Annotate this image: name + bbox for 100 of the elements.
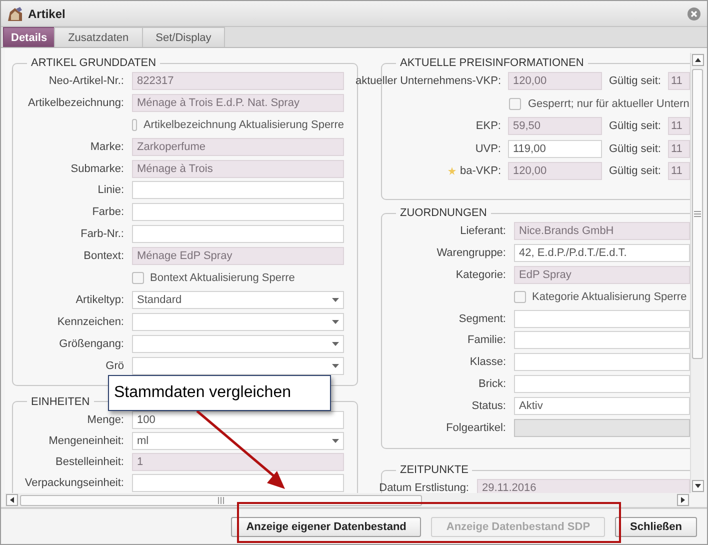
- checkbox[interactable]: [132, 272, 144, 284]
- input-field[interactable]: EdP Spray: [514, 266, 690, 284]
- input-field[interactable]: Ménage EdP Spray: [132, 247, 344, 266]
- input-field[interactable]: Ménage à Trois E.d.P. Nat. Spray: [132, 94, 344, 112]
- dropdown[interactable]: ml: [132, 432, 344, 450]
- caret-icon: [332, 364, 338, 368]
- checkbox[interactable]: [509, 98, 521, 110]
- field-label: Größengang:: [59, 338, 124, 350]
- window-title: Artikel: [28, 6, 66, 20]
- dropdown[interactable]: [132, 312, 344, 331]
- app-icon: [7, 6, 23, 22]
- group-title: AKTUELLE PREISINFORMATIONEN: [399, 56, 585, 70]
- grip-icon: [694, 211, 701, 217]
- field-label: Familie:: [467, 334, 506, 346]
- group-title: ARTIKEL GRUNDDATEN: [30, 56, 158, 70]
- field-label: Folgeartikel:: [446, 422, 506, 434]
- down-arrow-icon[interactable]: [694, 484, 700, 488]
- field-label: Submarke:: [70, 162, 124, 175]
- checkbox-label: Gesperrt; nur für aktueller Untern: [528, 98, 690, 110]
- input-field[interactable]: [132, 203, 344, 222]
- caret-icon: [332, 320, 338, 324]
- input-field[interactable]: [132, 225, 344, 244]
- field-label: Gültig seit:: [609, 75, 661, 87]
- field-label: Lieferant:: [460, 225, 506, 237]
- input-field[interactable]: 42, E.d.P./P.d.T./E.d.T.: [514, 244, 690, 262]
- input-field[interactable]: Ménage à Trois: [132, 160, 344, 178]
- input-field[interactable]: 11: [668, 72, 690, 90]
- input-field[interactable]: Nice.Brands GmbH: [514, 222, 690, 240]
- input-field[interactable]: 11: [668, 117, 690, 135]
- field-label: aktueller Unternehmens-VKP:: [355, 75, 501, 87]
- checkbox-label: Bontext Aktualisierung Sperre: [150, 272, 295, 284]
- group-title: EINHEITEN: [30, 394, 91, 409]
- input-field[interactable]: 11: [668, 162, 690, 180]
- field-label: Artikelbezeichnung:: [28, 96, 124, 109]
- input-field[interactable]: Aktiv: [514, 397, 690, 416]
- horizontal-scrollbar[interactable]: [5, 493, 690, 507]
- dropdown[interactable]: [132, 334, 344, 353]
- field-label: Warengruppe:: [436, 246, 506, 259]
- tab[interactable]: Zusatzdaten: [54, 27, 143, 47]
- checkbox[interactable]: [514, 290, 526, 303]
- field-label: Datum Erstlistung:: [379, 482, 469, 493]
- input-field[interactable]: 120,00: [508, 162, 602, 180]
- field-label: Gültig seit:: [609, 165, 661, 177]
- field-label: Mengeneinheit:: [48, 434, 124, 447]
- input-field[interactable]: 119,00: [508, 140, 602, 158]
- checkbox-label: Kategorie Aktualisierung Sperre: [532, 290, 687, 303]
- input-field[interactable]: [514, 353, 690, 372]
- field-label: Farb-Nr.:: [80, 228, 124, 240]
- field-label: Status:: [472, 400, 506, 412]
- field-label: Marke:: [90, 140, 124, 153]
- checkbox-label: Artikelbezeichnung Aktualisierung Sperre: [143, 118, 344, 131]
- field-label: Gültig seit:: [609, 142, 661, 154]
- field-label: UVP:: [475, 142, 501, 154]
- field-label: Bontext:: [84, 250, 124, 262]
- close-icon: [687, 6, 701, 20]
- input-field[interactable]: 1: [132, 452, 344, 471]
- scroll-thumb[interactable]: [692, 69, 703, 359]
- input-field[interactable]: 822317: [132, 72, 344, 90]
- input-field[interactable]: 120,00: [508, 72, 602, 90]
- close-button[interactable]: [687, 6, 701, 20]
- button[interactable]: Schließen: [615, 516, 697, 536]
- field-label: Verpackungseinheit:: [24, 476, 124, 489]
- tab[interactable]: Details: [3, 27, 56, 47]
- group-title: ZEITPUNKTE: [399, 463, 470, 478]
- input-field[interactable]: 29.11.2016: [477, 479, 690, 493]
- input-field[interactable]: 11: [668, 140, 690, 158]
- input-field[interactable]: [514, 310, 690, 328]
- up-arrow-icon[interactable]: [694, 58, 700, 62]
- button[interactable]: Anzeige eigener Datenbestand: [231, 516, 422, 536]
- checkbox[interactable]: [132, 118, 138, 131]
- field-label: Linie:: [98, 184, 124, 196]
- input-field[interactable]: Zarkoperfume: [132, 138, 344, 156]
- grip-icon: [218, 496, 224, 504]
- scroll-thumb[interactable]: [20, 494, 422, 506]
- field-label: Klasse:: [470, 356, 506, 368]
- caret-icon: [332, 438, 338, 443]
- dropdown[interactable]: [132, 356, 344, 375]
- callout-text: Stammdaten vergleichen: [114, 384, 291, 402]
- field-label: Kennzeichen:: [57, 316, 124, 328]
- input-field[interactable]: [514, 331, 690, 350]
- field-label: Bestelleinheit:: [56, 456, 124, 468]
- left-arrow-icon[interactable]: [10, 497, 14, 503]
- dropdown[interactable]: Standard: [132, 290, 344, 309]
- caret-icon: [332, 342, 338, 346]
- caret-icon: [332, 298, 338, 302]
- vertical-scrollbar[interactable]: [690, 53, 704, 493]
- input-field[interactable]: [132, 474, 344, 492]
- input-field[interactable]: 59,50: [508, 117, 602, 135]
- tab[interactable]: Set/Display: [142, 27, 226, 47]
- field-label: Menge:: [87, 414, 124, 426]
- field-label: Segment:: [458, 312, 506, 325]
- field-label: Neo-Artikel-Nr.:: [48, 75, 124, 87]
- field-label: Artikeltyp:: [76, 294, 124, 306]
- input-field[interactable]: [514, 375, 690, 394]
- group-title: ZUORDNUNGEN: [399, 206, 488, 220]
- input-field[interactable]: [132, 181, 344, 200]
- field-label: Grö: [106, 360, 124, 372]
- right-arrow-icon[interactable]: [681, 497, 685, 503]
- input-field[interactable]: 100: [132, 410, 344, 429]
- field-label: Gültig seit:: [609, 120, 661, 132]
